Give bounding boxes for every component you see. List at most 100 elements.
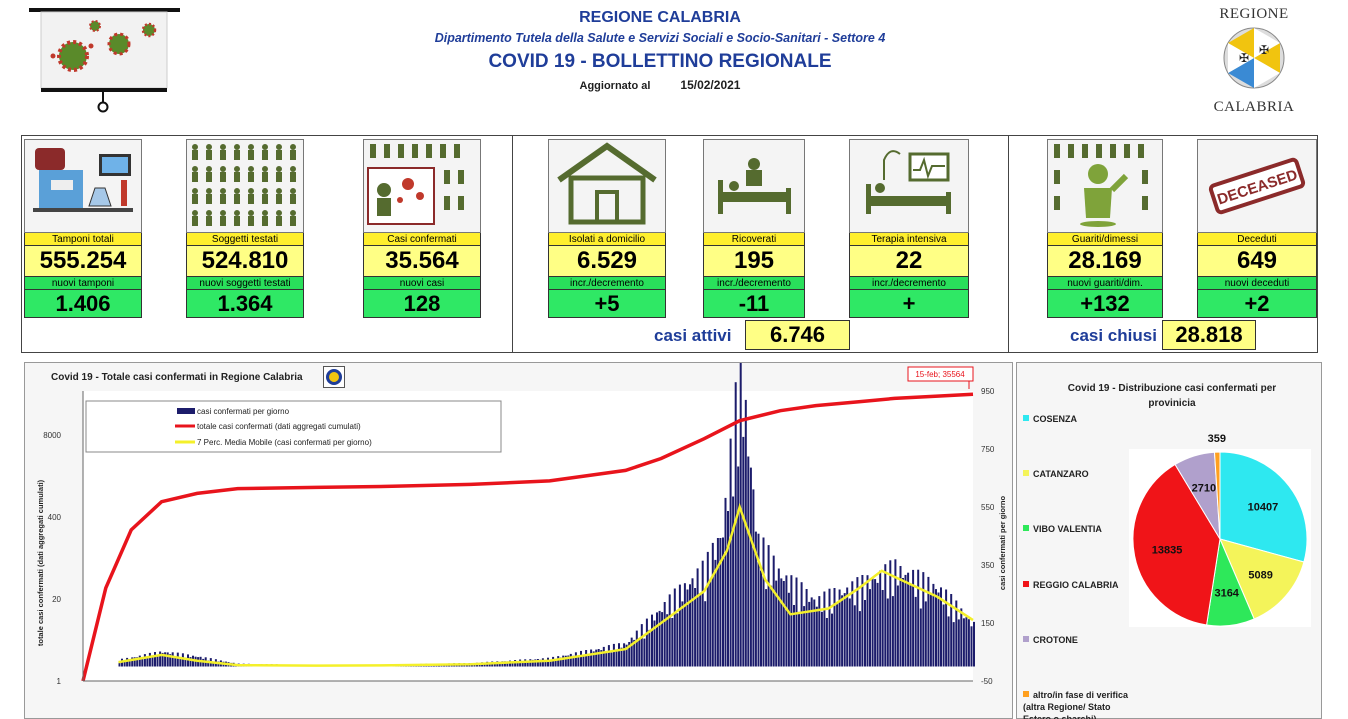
daily-cases-bar [866,575,869,667]
daily-cases-bar [924,601,927,667]
daily-cases-bar [927,576,930,667]
daily-cases-bar [772,555,775,667]
kpi-guariti: Guariti/dimessi 28.169 nuovi guariti/dim… [1047,139,1163,318]
daily-cases-bar [874,579,877,667]
pie-value-label: 2710 [1192,483,1216,495]
daily-cases-bar [795,577,798,667]
deceased-stamp-icon: DECEASED [1197,139,1317,233]
daily-cases-bar [836,604,839,667]
kpi-divider [512,135,513,353]
daily-cases-bar [853,605,856,667]
daily-cases-bar [904,574,907,667]
daily-cases-bar [724,497,727,667]
people-grid-icon [186,139,304,233]
daily-cases-bar [729,438,732,667]
pie-value-label: 13835 [1152,544,1183,556]
kpi-soggetti-testati: Soggetti testati 524.810 nuovi soggetti … [186,139,304,318]
daily-cases-bar [891,596,894,667]
recovered-person-icon [1047,139,1163,233]
kpi-label: Guariti/dimessi [1047,233,1163,246]
daily-cases-bar [798,611,800,667]
daily-cases-bar [666,614,669,667]
daily-cases-bar [919,608,922,667]
daily-cases-bar [858,611,861,667]
pie-value-label: 5089 [1248,570,1272,582]
daily-cases-bar [557,656,560,667]
daily-cases-bar [623,643,626,667]
daily-cases-bar [727,511,729,667]
daily-cases-bar [612,643,615,667]
kpi-ricoverati: Ricoverati 195 incr./decremento -11 [703,139,805,318]
daily-cases-bar [886,598,889,667]
daily-cases-bar [706,551,709,667]
y2-axis-title: casi confermati per giorno [998,495,1007,590]
house-icon [548,139,666,233]
daily-cases-bar [126,657,129,667]
kpi-divider [1008,135,1009,353]
y2-tick-label: -50 [981,677,993,686]
daily-cases-bar [879,570,882,667]
kpi-sub-label: nuovi tamponi [24,277,142,290]
daily-cases-bar [790,575,793,667]
crest-emblem-icon: ✠ ✠ [1223,27,1285,89]
daily-cases-bar [658,610,661,667]
daily-cases-bar [681,601,684,667]
daily-cases-bar [179,658,182,667]
daily-cases-bar [154,652,156,667]
daily-cases-bar [767,545,770,667]
daily-cases-bar [914,596,917,667]
daily-cases-bar [582,656,585,667]
daily-cases-bar [805,589,808,667]
daily-cases-bar [602,646,605,667]
daily-cases-bar [810,597,813,667]
daily-cases-bar [714,559,717,667]
kpi-deceduti: DECEASED Deceduti 649 nuovi deceduti +2 [1197,139,1317,318]
virus-board-logo [27,6,182,116]
daily-cases-bar [833,588,836,667]
daily-cases-bar [595,649,598,667]
kpi-sub-value: 1.364 [186,290,304,318]
daily-cases-bar [668,594,671,667]
daily-cases-bar [749,467,752,667]
daily-cases-bar [597,649,600,667]
province-pie-panel: Covid 19 - Distribuzione casi confermati… [1016,362,1322,719]
kpi-label: Casi confermati [363,233,481,246]
daily-cases-bar [803,606,806,667]
kpi-value: 22 [849,246,969,277]
trend-plot: 8000 400 20 1 950 750 550 350 150 -50 15-feb; 355… [36,363,1007,686]
kpi-label: Isolati a domicilio [548,233,666,246]
daily-cases-bar [635,630,638,667]
daily-cases-bar [618,643,620,667]
cases-trend-chart: Covid 19 - Totale casi confermati in Reg… [24,362,1013,719]
daily-cases-bar [143,654,146,667]
closed-cases-label: casi chiusi [1070,326,1157,345]
daily-cases-bar [970,626,973,667]
daily-cases-bar [909,585,912,667]
updated-label: Aggiornato al [579,80,651,92]
daily-cases-bar [762,537,765,667]
daily-cases-bar [541,658,544,667]
daily-cases-bar [711,542,714,667]
daily-cases-bar [770,585,773,667]
daily-cases-bar [846,587,849,667]
daily-cases-bar [691,578,694,667]
kpi-value: 555.254 [24,246,142,277]
daily-cases-bar [815,606,818,667]
legend-label: casi confermati per giorno [197,407,290,416]
kpi-value: 649 [1197,246,1317,277]
daily-cases-bar [689,584,691,667]
daily-cases-bar [848,598,851,667]
daily-cases-bar [577,656,580,667]
daily-cases-bar [841,595,844,667]
province-pie: 10407 5089 3164 13835 2710 359 [1129,433,1311,627]
icu-monitor-icon [849,139,969,233]
department-name: Dipartimento Tutela della Salute e Servi… [434,31,886,45]
daily-cases-bar [777,568,780,667]
daily-cases-bar [732,496,735,667]
daily-cases-bar [547,657,549,667]
daily-cases-bar [935,589,937,667]
y-tick-label: 8000 [43,431,61,440]
daily-cases-bar [615,650,618,667]
kpi-sub-value: +2 [1197,290,1317,318]
daily-cases-bar [861,575,864,667]
